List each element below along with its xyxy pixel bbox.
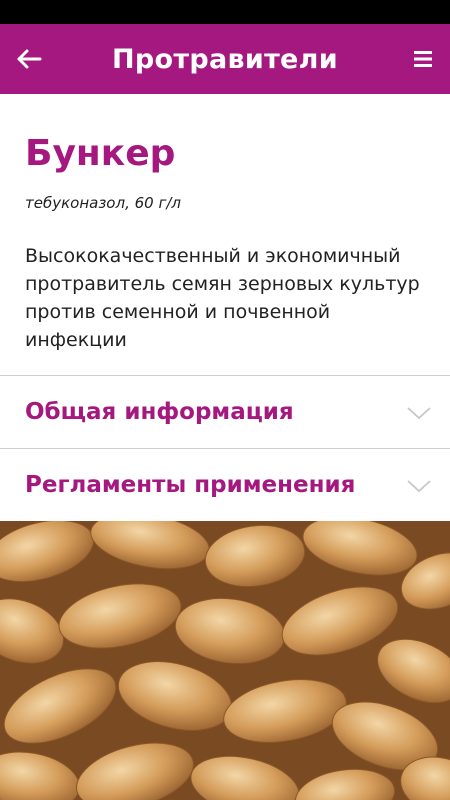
- arrow-left-icon: [17, 49, 42, 69]
- accordion-general-info[interactable]: Общая информация: [0, 376, 450, 448]
- hamburger-menu-icon: [414, 51, 432, 67]
- status-bar: [0, 0, 450, 24]
- menu-button[interactable]: [408, 44, 438, 74]
- chevron-down-icon: [407, 407, 431, 420]
- wheat-grains-photo: [0, 521, 450, 800]
- wheat-grains-illustration: [0, 521, 450, 800]
- page-title: Протравители: [112, 43, 338, 75]
- accordion-regulations[interactable]: Регламенты применения: [0, 449, 450, 521]
- product-description: Высококачественный и экономичный протрав…: [25, 245, 420, 351]
- accordion-label: Регламенты применения: [25, 472, 356, 498]
- accordion-label: Общая информация: [25, 399, 294, 425]
- chevron-down-icon: [407, 480, 431, 493]
- active-ingredient: тебуконазол, 60 г/л: [25, 194, 181, 212]
- product-name: Бункер: [25, 133, 176, 174]
- back-button[interactable]: [14, 44, 44, 74]
- app-bar: Протравители: [0, 24, 450, 94]
